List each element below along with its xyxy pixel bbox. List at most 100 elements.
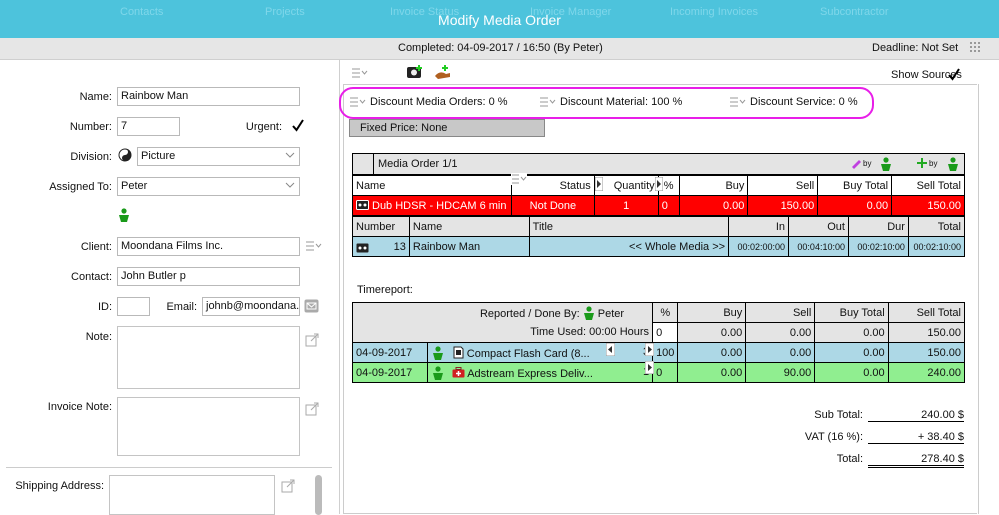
division-label: Division: — [70, 151, 112, 163]
row-item-name: Compact Flash Card (8... — [466, 347, 590, 360]
mail-icon[interactable] — [304, 299, 319, 313]
scroll-track — [978, 84, 979, 514]
expand-icon[interactable] — [305, 402, 319, 416]
timereport-row[interactable]: 04-09-2017 Adstream Express Deliv... 1 0… — [352, 362, 966, 383]
person-icon — [881, 157, 891, 171]
grid-menu-icon[interactable] — [970, 42, 982, 54]
media-source-row[interactable]: 13 Rainbow Man << Whole Media >> 00:02:0… — [352, 236, 966, 257]
shipping-textarea[interactable] — [109, 475, 275, 515]
dur-cell: 00:02:10:00 — [847, 236, 909, 257]
client-label: Client: — [80, 241, 112, 253]
media-order-header: Media Order 1/1 by by — [352, 153, 965, 175]
divider — [6, 467, 332, 468]
number-field[interactable]: 7 — [117, 117, 180, 136]
column-header: Title — [528, 216, 730, 237]
increment-arrow-icon[interactable] — [645, 343, 654, 356]
id-field[interactable] — [117, 297, 150, 316]
media-order-title: Media Order 1/1 — [378, 158, 458, 170]
discount-material-menu-icon[interactable] — [540, 96, 556, 108]
discount-service-menu-icon[interactable] — [730, 96, 746, 108]
scrollbar[interactable] — [315, 475, 322, 515]
created-by-label: by — [929, 159, 938, 168]
table-header-row: Number Name Title In Out Dur Total — [352, 216, 966, 237]
tape-icon — [356, 199, 369, 210]
status-cell[interactable]: Not Done — [510, 195, 595, 216]
quantity-arrow-icon[interactable] — [655, 177, 663, 191]
edit-icon[interactable] — [850, 157, 862, 169]
column-header: Sell — [745, 302, 816, 323]
expand-icon[interactable] — [281, 479, 295, 493]
source-name-cell: Rainbow Man — [408, 236, 530, 257]
ghost-tab: Subcontractor — [820, 6, 889, 18]
increment-arrow-icon[interactable] — [645, 361, 654, 374]
percent-cell[interactable]: 0 — [657, 195, 680, 216]
chevron-down-icon — [285, 152, 295, 158]
invoice-note-textarea[interactable] — [117, 397, 300, 456]
vat-label: VAT (16 %): — [804, 431, 863, 443]
show-sources-checkbox[interactable] — [946, 67, 962, 83]
row-buy: 0.00 — [677, 362, 747, 383]
status-arrow-icon[interactable] — [595, 177, 603, 191]
urgent-checkbox[interactable] — [290, 118, 306, 134]
row-buy: 0.00 — [677, 342, 747, 363]
title-bar: Contacts Projects Invoice Status Invoice… — [0, 0, 999, 38]
person-icon — [948, 157, 958, 171]
summary-buy: 0.00 — [677, 322, 747, 343]
add-media-icon[interactable] — [406, 64, 424, 80]
invoice-note-label: Invoice Note: — [47, 401, 112, 413]
row-percent[interactable]: 100 — [652, 342, 679, 363]
out-cell: 00:04:10:00 — [788, 236, 849, 257]
summary-sell-total: 150.00 — [887, 322, 966, 343]
urgent-label: Urgent: — [245, 121, 282, 133]
name-column-menu-icon[interactable] — [511, 173, 527, 185]
sell-total-cell: 150.00 — [891, 195, 965, 216]
person-icon — [119, 208, 129, 222]
deadline-status: Deadline: Not Set — [872, 42, 959, 54]
column-header: Buy Total — [817, 175, 893, 196]
discount-media-menu-icon[interactable] — [350, 96, 366, 108]
email-field[interactable]: johnb@moondana. — [202, 297, 300, 316]
row-buy-total: 0.00 — [814, 342, 889, 363]
time-used-cell: Time Used: 00:00 Hours — [351, 322, 654, 343]
summary-percent[interactable]: 0 — [652, 322, 679, 343]
fixed-price[interactable]: Fixed Price: None — [349, 119, 545, 137]
source-number-cell: 13 — [352, 236, 410, 257]
summary-sell: 0.00 — [745, 322, 816, 343]
divider — [373, 154, 374, 174]
tape-icon — [356, 243, 369, 252]
column-header: Sell Total — [891, 175, 965, 196]
column-header: Buy — [678, 175, 749, 196]
division-select[interactable]: Picture — [137, 147, 300, 166]
assigned-select[interactable]: Peter — [117, 177, 300, 196]
contact-label: Contact: — [71, 271, 112, 283]
client-field[interactable]: Moondana Films Inc. — [117, 237, 300, 256]
column-header: Buy Total — [814, 302, 889, 323]
column-header: Sell — [747, 175, 819, 196]
row-percent[interactable]: 0 — [652, 362, 679, 383]
chevron-down-icon — [285, 182, 295, 188]
source-title-cell: << Whole Media >> — [528, 236, 730, 257]
client-menu-icon[interactable] — [306, 240, 322, 252]
note-label: Note: — [85, 331, 112, 343]
details-panel: Name: Rainbow Man Number: 7 Urgent: Divi… — [0, 60, 340, 515]
add-service-icon[interactable] — [434, 64, 452, 80]
timereport-row[interactable]: 04-09-2017 Compact Flash Card (8... 3 10… — [352, 342, 966, 363]
row-date: 04-09-2017 — [352, 342, 428, 363]
total-label: Total: — [836, 453, 863, 465]
name-field[interactable]: Rainbow Man — [117, 87, 300, 106]
contact-field[interactable]: John Butler p — [117, 267, 300, 286]
decrement-arrow-icon[interactable] — [606, 343, 615, 356]
reported-cell: Reported / Done By: Peter — [351, 302, 654, 323]
media-order-row[interactable]: Dub HDSR - HDCAM 6 min Not Done 1 0 0.00… — [352, 195, 965, 216]
list-menu-icon[interactable] — [352, 67, 368, 79]
source-number: 13 — [393, 240, 406, 253]
note-textarea[interactable] — [117, 326, 300, 389]
discount-service: Discount Service: 0 % — [750, 96, 858, 108]
reported-by[interactable]: Peter — [598, 308, 624, 320]
first-aid-kit-icon — [452, 366, 465, 377]
expand-icon[interactable] — [305, 333, 319, 347]
shipping-label: Shipping Address: — [15, 480, 104, 492]
quantity-cell[interactable]: 1 — [593, 195, 659, 216]
column-header: Number — [352, 216, 410, 237]
plus-icon[interactable] — [916, 157, 928, 169]
